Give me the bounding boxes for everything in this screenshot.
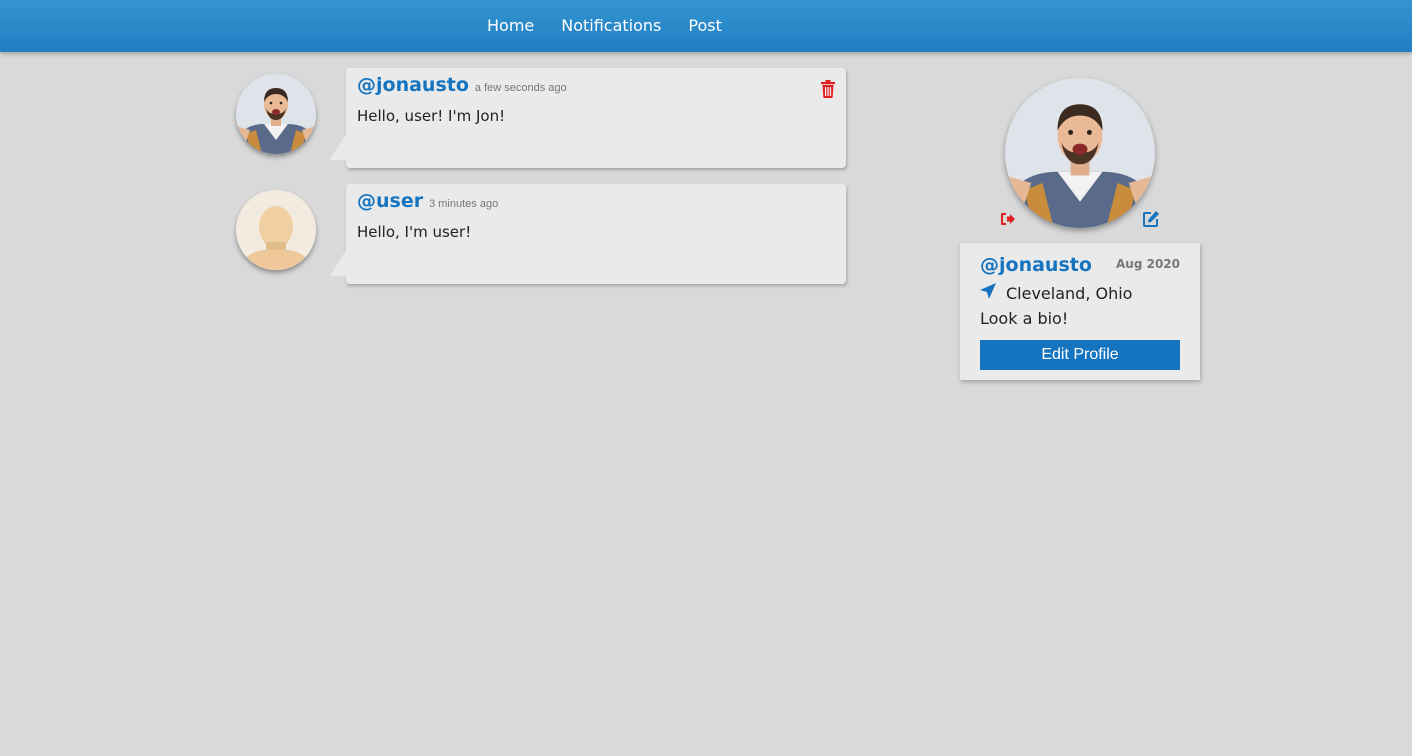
profile-bio: Look a bio! (980, 309, 1069, 328)
location-arrow-icon (980, 283, 996, 299)
nav: Home Notifications Post (487, 0, 749, 50)
profile-handle[interactable]: @jonausto (980, 254, 1092, 276)
post-time: 3 minutes ago (429, 198, 499, 210)
post-avatar[interactable] (236, 74, 316, 154)
edit-icon[interactable] (1142, 210, 1160, 228)
post-bubble: @jonausto a few seconds ago Hello, user! … (346, 68, 846, 168)
post-bubble: @user 3 minutes ago Hello, I'm user! (346, 184, 846, 284)
edit-profile-button[interactable]: Edit Profile (980, 340, 1180, 370)
default-avatar-icon (236, 190, 316, 270)
man-photo-avatar-icon (1005, 78, 1155, 228)
post-handle[interactable]: @user 3 minutes ago (357, 190, 498, 212)
profile-card: @jonausto Aug 2020 Cleveland, Ohio Look … (960, 243, 1200, 380)
top-navbar: Home Notifications Post (0, 0, 1412, 52)
trash-icon[interactable] (820, 80, 836, 98)
post-body: Hello, user! I'm Jon! (357, 107, 506, 125)
post-item: @jonausto a few seconds ago Hello, user! … (236, 68, 848, 168)
post-avatar[interactable] (236, 190, 316, 270)
profile-location: Cleveland, Ohio (1006, 284, 1133, 303)
nav-home-link[interactable]: Home (487, 16, 534, 35)
nav-notifications-link[interactable]: Notifications (561, 16, 661, 35)
logout-icon[interactable] (1000, 211, 1016, 227)
post-time: a few seconds ago (474, 82, 567, 94)
post-body: Hello, I'm user! (357, 223, 472, 241)
post-item: @user 3 minutes ago Hello, I'm user! (236, 184, 848, 284)
profile-image[interactable] (1005, 78, 1155, 228)
profile-joined-date: Aug 2020 (1116, 257, 1180, 271)
man-photo-avatar-icon (236, 74, 316, 154)
nav-post-link[interactable]: Post (688, 16, 721, 35)
post-handle[interactable]: @jonausto a few seconds ago (357, 74, 567, 96)
